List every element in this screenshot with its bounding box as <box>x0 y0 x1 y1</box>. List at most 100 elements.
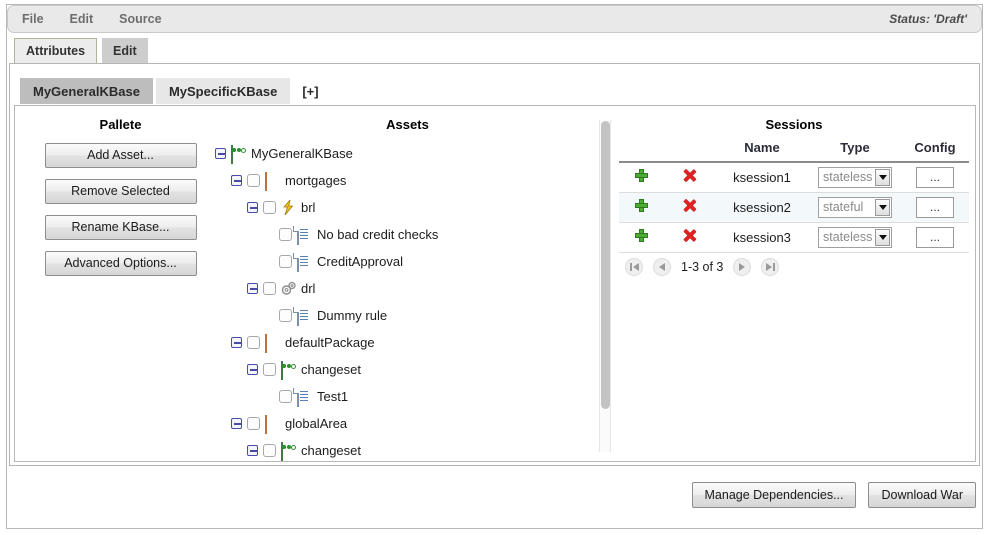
collapse-minus-icon[interactable] <box>247 283 258 294</box>
tree-node[interactable]: Dummy rule <box>215 302 600 329</box>
session-name-cell: ksession2 <box>715 192 809 222</box>
session-config-cell: ... <box>901 162 969 192</box>
menu-item-source[interactable]: Source <box>119 12 161 26</box>
session-type-select[interactable]: stateful <box>818 197 892 218</box>
changeset-icon <box>231 146 247 162</box>
tree-node[interactable]: globalArea <box>215 410 600 437</box>
tree-node-label: brl <box>301 200 315 215</box>
tree-node[interactable]: mortgages <box>215 167 600 194</box>
tree-node-label: Dummy rule <box>317 308 387 323</box>
delete-x-icon[interactable] <box>683 229 696 242</box>
download-war-button[interactable]: Download War <box>868 482 976 508</box>
rename-kbase-button[interactable]: Rename KBase... <box>45 215 197 240</box>
session-type-value: stateless <box>823 230 872 244</box>
collapse-minus-icon[interactable] <box>215 148 226 159</box>
tree-node[interactable]: No bad credit checks <box>215 221 600 248</box>
tree-node-checkbox[interactable] <box>247 174 260 187</box>
kbase-tab-strip: MyGeneralKBase MySpecificKBase [+] <box>20 78 331 104</box>
delete-x-icon[interactable] <box>683 199 696 212</box>
assets-scrollbar[interactable] <box>599 120 611 452</box>
pager-range-label: 1-3 of 3 <box>681 260 723 274</box>
session-type-select[interactable]: stateless <box>818 227 892 248</box>
session-config-cell: ... <box>901 222 969 252</box>
assets-scrollbar-thumb[interactable] <box>601 121 610 409</box>
package-glyph <box>265 334 267 353</box>
chevron-down-icon[interactable] <box>875 169 890 186</box>
plus-icon[interactable] <box>635 199 648 212</box>
chevron-down-icon[interactable] <box>875 199 890 216</box>
tree-node-checkbox[interactable] <box>263 444 276 457</box>
tree-node-checkbox[interactable] <box>279 228 292 241</box>
collapse-minus-icon[interactable] <box>231 337 242 348</box>
tree-node-checkbox[interactable] <box>263 363 276 376</box>
collapse-minus-icon[interactable] <box>247 364 258 375</box>
collapse-minus-icon[interactable] <box>247 202 258 213</box>
tab-edit[interactable]: Edit <box>102 38 148 63</box>
collapse-minus-icon[interactable] <box>231 175 242 186</box>
tree-node[interactable]: drl <box>215 275 600 302</box>
session-config-button[interactable]: ... <box>916 227 954 248</box>
delete-x-icon[interactable] <box>683 169 696 182</box>
session-row: ksession1stateless... <box>619 162 969 192</box>
status-badge: Status: 'Draft' <box>889 12 967 26</box>
kbase-tab-myspecifickbase[interactable]: MySpecificKBase <box>156 78 290 104</box>
pager-previous-button[interactable] <box>653 258 671 276</box>
session-add-cell <box>619 162 663 192</box>
collapse-minus-icon[interactable] <box>231 418 242 429</box>
session-type-select[interactable]: stateless <box>818 167 892 188</box>
advanced-options-button[interactable]: Advanced Options... <box>45 251 197 276</box>
tree-node-checkbox[interactable] <box>263 201 276 214</box>
changeset-icon <box>281 443 297 459</box>
sessions-table: Name Type Config ksession1stateless...ks… <box>619 138 969 253</box>
changeset-icon <box>281 362 297 378</box>
tree-node-checkbox[interactable] <box>247 336 260 349</box>
tree-node[interactable]: changeset <box>215 437 600 464</box>
editor-board: Pallete Add Asset... Remove Selected Ren… <box>14 105 976 462</box>
tree-node-label: globalArea <box>285 416 347 431</box>
menu-item-file[interactable]: File <box>22 12 44 26</box>
tree-node[interactable]: MyGeneralKBase <box>215 140 600 167</box>
tree-node-checkbox[interactable] <box>263 282 276 295</box>
session-name-cell: ksession3 <box>715 222 809 252</box>
session-type-cell: stateless <box>809 162 901 192</box>
kbase-tab-add[interactable]: [+] <box>293 78 327 104</box>
tree-node-checkbox[interactable] <box>279 390 292 403</box>
pager-last-button[interactable] <box>761 258 779 276</box>
add-asset-button[interactable]: Add Asset... <box>45 143 197 168</box>
manage-dependencies-button[interactable]: Manage Dependencies... <box>692 482 857 508</box>
document-glyph <box>297 253 299 272</box>
tree-node-checkbox[interactable] <box>279 255 292 268</box>
tree-node-checkbox[interactable] <box>247 417 260 430</box>
document-icon <box>297 254 313 270</box>
pager-first-button[interactable] <box>625 258 643 276</box>
remove-selected-button[interactable]: Remove Selected <box>45 179 197 204</box>
tree-node-checkbox[interactable] <box>279 309 292 322</box>
plus-icon[interactable] <box>635 229 648 242</box>
tree-node[interactable]: brl <box>215 194 600 221</box>
kbase-tab-mygeneralkbase[interactable]: MyGeneralKBase <box>20 78 153 104</box>
tree-node[interactable]: defaultPackage <box>215 329 600 356</box>
tree-node[interactable]: changeset <box>215 356 600 383</box>
chevron-down-icon[interactable] <box>875 229 890 246</box>
tree-node[interactable]: CreditApproval <box>215 248 600 275</box>
plus-icon[interactable] <box>635 169 648 182</box>
sessions-pager: 1-3 of 3 <box>619 253 969 283</box>
menu-bar: File Edit Source Status: 'Draft' <box>7 5 982 33</box>
session-row: ksession3 stateless... <box>619 222 969 252</box>
document-glyph <box>297 388 299 407</box>
collapse-minus-icon[interactable] <box>247 445 258 456</box>
column-header-type: Type <box>809 138 901 162</box>
session-config-button[interactable]: ... <box>916 197 954 218</box>
menu-item-edit[interactable]: Edit <box>70 12 94 26</box>
pallete-panel: Pallete Add Asset... Remove Selected Ren… <box>29 117 212 287</box>
session-row: ksession2 stateful... <box>619 192 969 222</box>
tree-node-label: changeset <box>301 443 361 458</box>
tree-node-label: drl <box>301 281 315 296</box>
session-config-button[interactable]: ... <box>916 167 954 188</box>
pager-next-button[interactable] <box>733 258 751 276</box>
package-glyph <box>265 172 267 191</box>
tree-node[interactable]: Test1 <box>215 383 600 410</box>
tree-node-label: defaultPackage <box>285 335 375 350</box>
assets-tree[interactable]: MyGeneralKBasemortgages brl No bad credit … <box>215 140 600 464</box>
tab-attributes[interactable]: Attributes <box>14 38 97 63</box>
